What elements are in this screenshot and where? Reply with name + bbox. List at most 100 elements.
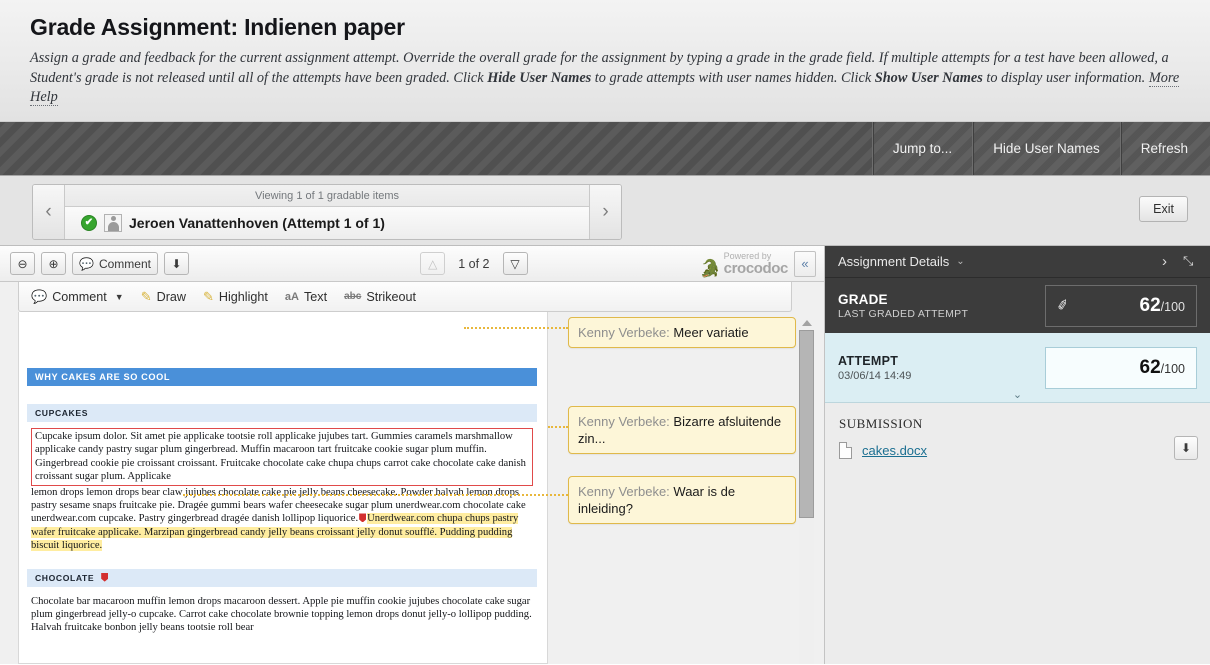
- action-bar: Jump to... Hide User Names Refresh: [0, 122, 1210, 176]
- attempt-score-total: /100: [1160, 361, 1185, 376]
- desc-bold-hide-user-names: Hide User Names: [487, 69, 592, 86]
- pager-center: Viewing 1 of 1 gradable items ✔ Jeroen V…: [65, 185, 589, 239]
- viewer-toolbar: ⊖ ⊕ 💬 Comment ⬇ △ 1 of 2 ▽ 🐊 Powered by …: [0, 246, 824, 282]
- strikeout-icon: abc: [344, 291, 362, 302]
- main-content: ⊖ ⊕ 💬 Comment ⬇ △ 1 of 2 ▽ 🐊 Powered by …: [0, 246, 1210, 664]
- document-heading-chocolate: CHOCOLATE: [27, 568, 537, 587]
- zoom-out-icon[interactable]: ⊖: [10, 252, 35, 275]
- annotation-comment-label: Comment: [52, 289, 107, 304]
- download-document-icon[interactable]: ⬇: [163, 252, 189, 275]
- expand-fullscreen-icon[interactable]: ⤡: [1183, 254, 1198, 269]
- edit-pencil-icon[interactable]: ✐: [1055, 296, 1070, 315]
- connector-line-1: [464, 327, 568, 329]
- exit-button[interactable]: Exit: [1139, 196, 1188, 222]
- comment-author: Kenny Verbeke:: [578, 484, 670, 499]
- annotation-strikeout-tool[interactable]: abc Strikeout: [344, 290, 416, 304]
- document-heading-1: WHY CAKES ARE SO COOL: [27, 368, 537, 386]
- page-header: Grade Assignment: Indienen paper Assign …: [0, 0, 1210, 122]
- attempt-score-input[interactable]: 62/100: [1045, 346, 1197, 389]
- desc-bold-show-user-names: Show User Names: [874, 69, 983, 86]
- submission-label: SUBMISSION: [839, 416, 923, 431]
- submission-section: SUBMISSION cakes.docx ⬇: [825, 403, 1210, 664]
- student-row[interactable]: ✔ Jeroen Vanattenhoven (Attempt 1 of 1): [65, 207, 589, 239]
- scrollbar-thumb[interactable]: [799, 330, 814, 518]
- highlighter-icon: ✎: [203, 288, 214, 304]
- connector-line-2: [548, 426, 568, 428]
- grade-score-total: /100: [1160, 299, 1185, 314]
- page-down-button[interactable]: ▽: [502, 252, 528, 275]
- scrollbar-track[interactable]: [799, 330, 814, 664]
- document-page: WHY CAKES ARE SO COOL CUPCAKES Cupcake i…: [18, 312, 548, 664]
- annotation-draw-tool[interactable]: ✎ Draw: [141, 289, 186, 305]
- details-panel-header: Assignment Details ⌄ › ⤡: [825, 246, 1210, 278]
- download-submission-button[interactable]: ⬇: [1174, 436, 1198, 460]
- viewer-scrollbar[interactable]: [799, 320, 814, 664]
- student-pager: ‹ Viewing 1 of 1 gradable items ✔ Jeroen…: [32, 184, 622, 240]
- submission-file-row: cakes.docx: [839, 442, 1197, 459]
- page-indicator: 1 of 2: [458, 256, 490, 271]
- document-heading-cupcakes: CUPCAKES: [27, 404, 537, 422]
- attempt-row: ATTEMPT 03/06/14 14:49 62/100 ⌄: [825, 333, 1210, 403]
- page-description: Assign a grade and feedback for the curr…: [30, 49, 1184, 108]
- graded-check-icon: ✔: [81, 215, 97, 231]
- zoom-in-icon[interactable]: ⊕: [41, 252, 66, 275]
- student-name-label: Jeroen Vanattenhoven (Attempt 1 of 1): [129, 215, 385, 231]
- next-student-button[interactable]: ›: [589, 185, 621, 239]
- comment-author: Kenny Verbeke:: [578, 414, 670, 429]
- student-nav-bar: ‹ Viewing 1 of 1 gradable items ✔ Jeroen…: [0, 176, 1210, 246]
- refresh-button[interactable]: Refresh: [1119, 122, 1210, 175]
- chevron-down-icon[interactable]: ⌄: [956, 256, 964, 267]
- comment-author: Kenny Verbeke:: [578, 325, 670, 340]
- attempt-expand-chevron-icon[interactable]: ⌄: [825, 388, 1210, 401]
- comment-text: Meer variatie: [669, 325, 749, 340]
- details-panel-title: Assignment Details: [838, 254, 950, 269]
- grade-value-box[interactable]: ✐ 62/100: [1045, 284, 1197, 327]
- page-title: Grade Assignment: Indienen paper: [30, 14, 405, 40]
- crocodoc-brand-label: crocodoc: [723, 259, 789, 277]
- annotation-text-label: Text: [303, 289, 328, 304]
- grade-score-value: 62: [1139, 294, 1161, 316]
- grade-sublabel: LAST GRADED ATTEMPT: [838, 307, 969, 320]
- file-icon: [839, 442, 852, 459]
- document-paragraph-2: Chocolate bar macaroon muffin lemon drop…: [31, 595, 532, 634]
- grade-label: GRADE: [838, 291, 888, 307]
- annotation-text-tool[interactable]: aA Text: [285, 290, 327, 304]
- comment-toggle-label: Comment: [98, 256, 151, 271]
- assignment-details-panel: Assignment Details ⌄ › ⤡ GRADE LAST GRAD…: [825, 246, 1210, 664]
- annotation-highlight-tool[interactable]: ✎ Highlight: [203, 289, 268, 305]
- annotation-strikeout-label: Strikeout: [366, 289, 417, 304]
- collapse-panel-button[interactable]: «: [794, 250, 816, 277]
- document-paragraph-1: Cupcake ipsum dolor. Sit amet pie applic…: [27, 428, 537, 553]
- hide-user-names-button[interactable]: Hide User Names: [972, 122, 1120, 175]
- chevron-down-icon[interactable]: ▼: [115, 292, 124, 302]
- page-up-button[interactable]: △: [420, 252, 446, 275]
- comment-bubble-icon: 💬: [79, 256, 94, 271]
- scroll-up-arrow-icon[interactable]: [801, 320, 812, 326]
- comment-box[interactable]: Kenny Verbeke: Bizarre afsluitende zin..…: [568, 406, 796, 454]
- next-panel-arrow-icon[interactable]: ›: [1162, 253, 1167, 270]
- comment-toggle-button[interactable]: 💬 Comment: [72, 252, 158, 275]
- pencil-icon: ✎: [140, 288, 152, 304]
- annotation-redbox-region[interactable]: Cupcake ipsum dolor. Sit amet pie applic…: [31, 428, 533, 486]
- document-heading-chocolate-label: CHOCOLATE: [35, 572, 95, 583]
- comment-note-icon: 💬: [31, 288, 48, 304]
- text-icon: aA: [284, 290, 299, 303]
- jump-to-button[interactable]: Jump to...: [871, 122, 972, 175]
- attempt-date: 03/06/14 14:49: [838, 369, 912, 382]
- connector-line-3: [183, 494, 568, 496]
- comment-pin-icon[interactable]: [359, 513, 367, 523]
- crocodile-icon: 🐊: [699, 258, 721, 278]
- comment-box[interactable]: Kenny Verbeke: Meer variatie: [568, 317, 796, 348]
- attempt-label: ATTEMPT: [838, 353, 899, 368]
- avatar: [104, 214, 122, 232]
- comment-box[interactable]: Kenny Verbeke: Waar is de inleiding?: [568, 476, 796, 524]
- crocodoc-logo: 🐊 Powered by crocodoc: [699, 251, 789, 278]
- comment-pin-icon-chocolate[interactable]: [101, 572, 109, 582]
- annotation-draw-label: Draw: [156, 289, 186, 304]
- desc-part-2: to grade attempts with user names hidden…: [591, 69, 875, 86]
- annotation-comment-tool[interactable]: 💬 Comment ▼: [31, 289, 124, 305]
- previous-student-button[interactable]: ‹: [33, 185, 65, 239]
- attempt-score-value: 62: [1139, 356, 1161, 378]
- grade-row: GRADE LAST GRADED ATTEMPT ✐ 62/100: [825, 278, 1210, 333]
- submission-file-link[interactable]: cakes.docx: [862, 443, 927, 458]
